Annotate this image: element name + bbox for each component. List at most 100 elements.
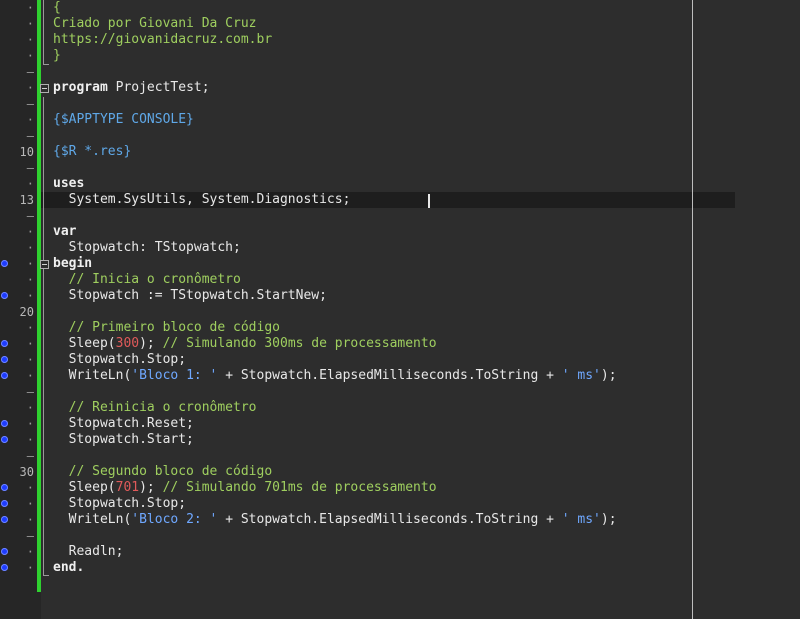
code-line[interactable]: · {$APPTYPE CONSOLE}: [0, 112, 740, 128]
code-line[interactable]: · WriteLn('Bloco 2: ' + Stopwatch.Elapse…: [0, 512, 740, 528]
code-line[interactable]: –: [0, 208, 740, 224]
breakpoint-icon[interactable]: [1, 420, 8, 427]
breakpoint-icon[interactable]: [1, 292, 8, 299]
code-line[interactable]: 30 // Segundo bloco de código: [0, 464, 740, 480]
code-line[interactable]: –: [0, 128, 740, 144]
breakpoint-icon[interactable]: [1, 436, 8, 443]
code-text[interactable]: // Reinicia o cronômetro: [53, 400, 257, 416]
code-line[interactable]: · begin: [0, 256, 740, 272]
code-line[interactable]: · Stopwatch := TStopwatch.StartNew;: [0, 288, 740, 304]
code-text[interactable]: var: [53, 224, 76, 240]
code-text[interactable]: Stopwatch.Stop;: [53, 496, 186, 512]
code-text[interactable]: {$R *.res}: [53, 144, 131, 160]
line-number[interactable]: ·: [0, 32, 34, 48]
code-text[interactable]: WriteLn('Bloco 1: ' + Stopwatch.ElapsedM…: [53, 368, 617, 384]
line-number[interactable]: 13: [0, 192, 34, 208]
line-number[interactable]: 20: [0, 304, 34, 320]
code-line[interactable]: –: [0, 448, 740, 464]
code-line[interactable]: · WriteLn('Bloco 1: ' + Stopwatch.Elapse…: [0, 368, 740, 384]
line-number[interactable]: ·: [0, 320, 34, 336]
code-line[interactable]: · // Reinicia o cronômetro: [0, 400, 740, 416]
line-number[interactable]: ·: [0, 176, 34, 192]
code-line[interactable]: · Readln;: [0, 544, 740, 560]
code-text[interactable]: Stopwatch.Stop;: [53, 352, 186, 368]
code-text[interactable]: begin: [53, 256, 92, 272]
line-number[interactable]: –: [0, 96, 34, 112]
code-line[interactable]: –: [0, 384, 740, 400]
code-text[interactable]: // Inicia o cronômetro: [53, 272, 241, 288]
code-line[interactable]: · Stopwatch.Stop;: [0, 496, 740, 512]
code-line[interactable]: · program ProjectTest;: [0, 80, 740, 96]
code-line[interactable]: · Stopwatch.Stop;: [0, 352, 740, 368]
code-line[interactable]: –: [0, 64, 740, 80]
code-line[interactable]: · Criado por Giovani Da Cruz: [0, 16, 740, 32]
code-line[interactable]: ·}: [0, 48, 740, 64]
code-text[interactable]: program ProjectTest;: [53, 80, 210, 96]
line-number[interactable]: ·: [0, 80, 34, 96]
line-number[interactable]: ·: [0, 240, 34, 256]
code-line[interactable]: –: [0, 96, 740, 112]
code-line[interactable]: · Sleep(300); // Simulando 300ms de proc…: [0, 336, 740, 352]
code-line[interactable]: · var: [0, 224, 740, 240]
code-text[interactable]: Stopwatch.Reset;: [53, 416, 194, 432]
line-number[interactable]: –: [0, 64, 34, 80]
code-text[interactable]: // Primeiro bloco de código: [53, 320, 280, 336]
code-line[interactable]: 13 System.SysUtils, System.Diagnostics;: [0, 192, 740, 208]
line-number[interactable]: –: [0, 128, 34, 144]
code-text[interactable]: Criado por Giovani Da Cruz: [53, 16, 257, 32]
code-text[interactable]: {: [53, 0, 61, 16]
code-line[interactable]: · Stopwatch.Reset;: [0, 416, 740, 432]
line-number[interactable]: ·: [0, 0, 34, 16]
code-text[interactable]: Sleep(300); // Simulando 300ms de proces…: [53, 336, 437, 352]
code-line[interactable]: ·{: [0, 0, 740, 16]
line-number[interactable]: –: [0, 448, 34, 464]
breakpoint-icon[interactable]: [1, 484, 8, 491]
code-text[interactable]: Stopwatch: TStopwatch;: [53, 240, 241, 256]
code-line[interactable]: · // Primeiro bloco de código: [0, 320, 740, 336]
code-line[interactable]: · Stopwatch: TStopwatch;: [0, 240, 740, 256]
code-text[interactable]: {$APPTYPE CONSOLE}: [53, 112, 194, 128]
breakpoint-icon[interactable]: [1, 356, 8, 363]
line-number[interactable]: ·: [0, 112, 34, 128]
code-text[interactable]: uses: [53, 176, 84, 192]
code-line[interactable]: 20: [0, 304, 740, 320]
code-line[interactable]: · https://giovanidacruz.com.br: [0, 32, 740, 48]
code-text[interactable]: Stopwatch := TStopwatch.StartNew;: [53, 288, 327, 304]
line-number[interactable]: 30: [0, 464, 34, 480]
breakpoint-icon[interactable]: [1, 500, 8, 507]
code-text[interactable]: end.: [53, 560, 84, 576]
code-text[interactable]: }: [53, 48, 61, 64]
breakpoint-icon[interactable]: [1, 548, 8, 555]
breakpoint-icon[interactable]: [1, 564, 8, 571]
code-editor[interactable]: ·{· Criado por Giovani Da Cruz · https://gi…: [0, 0, 800, 619]
code-text[interactable]: Readln;: [53, 544, 124, 560]
line-number[interactable]: ·: [0, 48, 34, 64]
code-text[interactable]: Stopwatch.Start;: [53, 432, 194, 448]
code-line[interactable]: · // Inicia o cronômetro: [0, 272, 740, 288]
line-number[interactable]: –: [0, 384, 34, 400]
breakpoint-icon[interactable]: [1, 372, 8, 379]
code-line[interactable]: · end.: [0, 560, 740, 576]
code-text[interactable]: // Segundo bloco de código: [53, 464, 273, 480]
code-text[interactable]: Sleep(701); // Simulando 701ms de proces…: [53, 480, 437, 496]
code-line[interactable]: –: [0, 528, 740, 544]
code-line[interactable]: 10 {$R *.res}: [0, 144, 740, 160]
code-line[interactable]: · Stopwatch.Start;: [0, 432, 740, 448]
code-text[interactable]: https://giovanidacruz.com.br: [53, 32, 272, 48]
code-text[interactable]: WriteLn('Bloco 2: ' + Stopwatch.ElapsedM…: [53, 512, 617, 528]
line-number[interactable]: –: [0, 160, 34, 176]
breakpoint-icon[interactable]: [1, 516, 8, 523]
line-number[interactable]: ·: [0, 272, 34, 288]
line-number[interactable]: 10: [0, 144, 34, 160]
line-number[interactable]: ·: [0, 224, 34, 240]
code-line[interactable]: –: [0, 160, 740, 176]
line-number[interactable]: –: [0, 208, 34, 224]
code-line[interactable]: · Sleep(701); // Simulando 701ms de proc…: [0, 480, 740, 496]
breakpoint-icon[interactable]: [1, 340, 8, 347]
code-line[interactable]: · uses: [0, 176, 740, 192]
code-text[interactable]: System.SysUtils, System.Diagnostics;: [53, 192, 351, 208]
line-number[interactable]: –: [0, 528, 34, 544]
line-number[interactable]: ·: [0, 16, 34, 32]
breakpoint-icon[interactable]: [1, 260, 8, 267]
line-number[interactable]: ·: [0, 400, 34, 416]
